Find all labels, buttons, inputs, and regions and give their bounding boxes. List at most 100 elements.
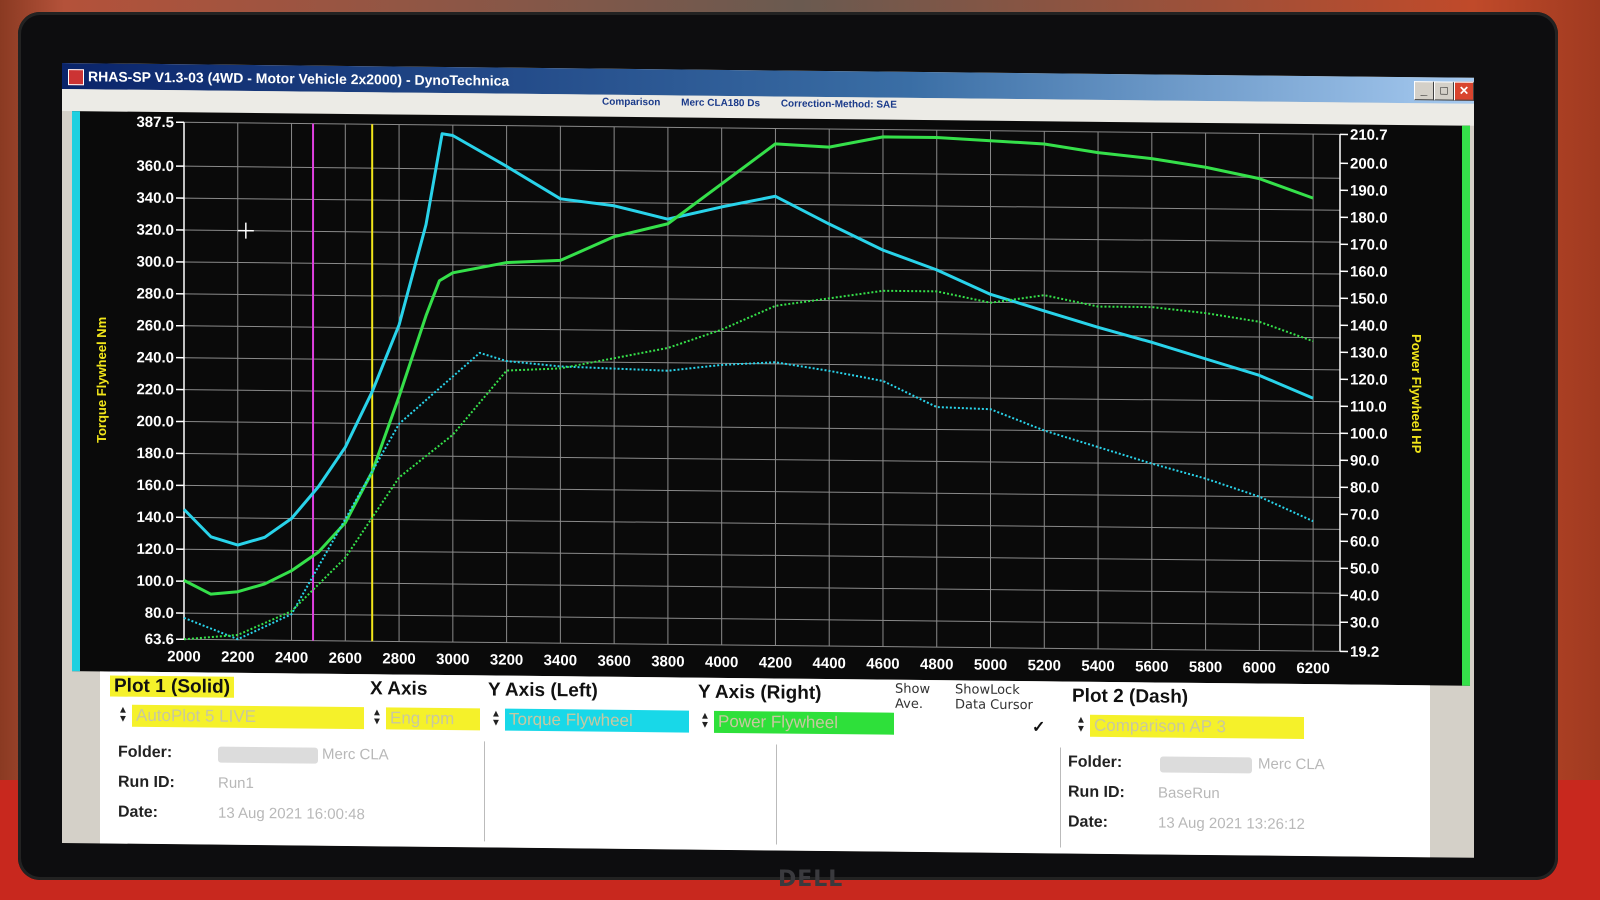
grid-line-y <box>184 121 1340 135</box>
y-right-tick-label: 180.0 <box>1350 209 1388 226</box>
minimize-button[interactable]: _ <box>1414 81 1434 101</box>
chart-svg: 2000 2200 2400 2600 2800 3000 3200 3400 3600 3800… <box>94 114 1424 677</box>
plot1-folder-key: Folder: <box>118 743 173 762</box>
plot2-heading: Plot 2 (Dash) <box>1072 685 1189 708</box>
y-left-tick-label: 200.0 <box>136 413 174 430</box>
y-left-tick-label: 387.5 <box>136 114 174 131</box>
plot1-runid-value: Run1 <box>218 774 254 793</box>
plot1-folder-redacted <box>218 746 318 764</box>
y-left-tick-label: 240.0 <box>136 349 174 366</box>
y-left-tick-label: 320.0 <box>136 222 174 239</box>
y-left-tick-label: 260.0 <box>136 317 174 334</box>
grid-line-y <box>184 389 1340 403</box>
y-right-tick-label: 130.0 <box>1350 344 1388 361</box>
y-right-tick-label: 160.0 <box>1350 263 1388 280</box>
plot2-date-key: Date: <box>1068 813 1109 831</box>
y-left-tick-label: 300.0 <box>136 253 174 270</box>
x-tick-label: 3600 <box>597 653 630 670</box>
x-tick-label: 2600 <box>329 650 362 667</box>
y-right-tick-label: 60.0 <box>1350 533 1379 550</box>
y-right-tick-label: 50.0 <box>1350 560 1379 577</box>
show-ave-label: Show Ave. <box>895 681 931 713</box>
showlock-checkbox[interactable]: ✓ <box>1032 717 1045 737</box>
y-left-tick-label: 180.0 <box>136 445 174 462</box>
correction-label: Correction-Method: SAE <box>780 98 897 111</box>
x-tick-label: 2000 <box>167 648 200 665</box>
y-left-tick-label: 100.0 <box>136 573 174 590</box>
y-axis-right-heading: Y Axis (Right) <box>698 681 822 704</box>
y-right-tick-label: 150.0 <box>1350 290 1388 307</box>
x-tick-label: 4200 <box>759 654 792 671</box>
x-axis-heading: X Axis <box>370 678 428 700</box>
grid-line-y <box>184 325 1340 339</box>
x-tick-label: 5400 <box>1081 658 1114 675</box>
y-right-spinner[interactable]: ▲ ▼ <box>700 711 710 731</box>
y-right-tick-label: 170.0 <box>1350 236 1388 253</box>
x-tick-label: 6000 <box>1243 659 1276 676</box>
plot2-date-value: 13 Aug 2021 13:26:12 <box>1158 814 1305 834</box>
plot1-date-key: Date: <box>118 803 159 822</box>
y-right-tick-label: 210.7 <box>1350 126 1388 143</box>
app-icon <box>68 69 84 86</box>
plot-control-panel: Plot 1 (Solid) X Axis Y Axis (Left) Y Ax… <box>100 671 1430 858</box>
y-left-tick-label: 220.0 <box>136 381 174 398</box>
plot2-folder-value: Merc CLA <box>1258 755 1325 774</box>
x-tick-label: 5000 <box>974 657 1007 674</box>
y-right-tick-label: 120.0 <box>1350 371 1388 388</box>
y-right-select[interactable]: Power Flywheel <box>714 710 894 735</box>
x-axis-spinner[interactable]: ▲ ▼ <box>372 707 382 727</box>
y-right-tick-label: 140.0 <box>1350 317 1388 334</box>
dyno-chart[interactable]: 2000 2200 2400 2600 2800 3000 3200 3400 3600 3800… <box>72 111 1470 686</box>
showlock-label: ShowLock Data Cursor <box>955 682 1033 714</box>
plot2-spinner[interactable]: ▲ ▼ <box>1076 715 1086 735</box>
grid-line-y <box>184 261 1340 275</box>
y-left-tick-label: 160.0 <box>136 477 174 494</box>
y-left-select[interactable]: Torque Flywheel <box>505 708 689 733</box>
y-left-tick-label: 63.6 <box>145 631 174 648</box>
y-right-tick-label: 110.0 <box>1350 398 1387 415</box>
y-right-tick-label: 40.0 <box>1350 587 1379 604</box>
plot1-select[interactable]: AutoPlot 5 LIVE <box>132 704 364 730</box>
plot2-folder-key: Folder: <box>1068 753 1123 772</box>
series-line-comparison-torque-flywheel <box>183 351 1314 641</box>
app-window: RHAS-SP V1.3-03 (4WD - Motor Vehicle 2x2… <box>62 63 1474 858</box>
x-tick-label: 5600 <box>1135 658 1168 675</box>
y-right-tick-label: 90.0 <box>1350 452 1379 469</box>
plot2-folder-redacted <box>1160 756 1252 774</box>
x-tick-label: 4800 <box>920 656 953 673</box>
plot1-heading: Plot 1 (Solid) <box>110 675 235 699</box>
y-axis-left-heading: Y Axis (Left) <box>488 679 598 702</box>
y-right-tick-label: 100.0 <box>1350 425 1388 442</box>
divider-3 <box>1060 747 1061 848</box>
grid-line-y <box>184 165 1340 179</box>
grid-line-y <box>184 612 1340 626</box>
y-left-spinner[interactable]: ▲ ▼ <box>491 708 501 728</box>
y-right-tick-label: 19.2 <box>1350 643 1379 660</box>
y-left-tick-label: 140.0 <box>136 509 174 526</box>
grid-line-y <box>184 229 1340 243</box>
x-axis-select[interactable]: Eng rpm <box>386 707 480 731</box>
x-tick-label: 6200 <box>1296 660 1329 677</box>
maximize-button[interactable]: □ <box>1434 81 1454 101</box>
x-tick-label: 5200 <box>1028 657 1061 674</box>
grid-line-y <box>184 452 1340 467</box>
plot2-select[interactable]: Comparison AP 3 <box>1090 714 1304 740</box>
monitor-brand: DELL <box>778 867 844 892</box>
x-tick-label: 4600 <box>866 655 899 672</box>
x-tick-label: 5800 <box>1189 659 1222 676</box>
y-right-axis-title: Power Flywheel HP <box>1409 334 1424 454</box>
plot2-runid-key: Run ID: <box>1068 783 1125 802</box>
plot1-spinner[interactable]: ▲ ▼ <box>118 705 128 725</box>
y-left-tick-label: 120.0 <box>136 541 174 558</box>
x-tick-label: 4400 <box>813 655 846 672</box>
y-right-tick-label: 30.0 <box>1350 614 1379 631</box>
x-tick-label: 2400 <box>275 649 308 666</box>
close-button[interactable]: ✕ <box>1454 81 1474 101</box>
y-left-tick-label: 360.0 <box>136 158 174 175</box>
divider-1 <box>484 741 485 842</box>
plot1-date-value: 13 Aug 2021 16:00:48 <box>218 804 365 824</box>
x-tick-label: 2200 <box>221 649 254 666</box>
y-left-axis-title: Torque Flywheel Nm <box>94 317 109 443</box>
series-line-torque-flywheel <box>182 132 1314 547</box>
x-tick-label: 2800 <box>382 650 415 667</box>
